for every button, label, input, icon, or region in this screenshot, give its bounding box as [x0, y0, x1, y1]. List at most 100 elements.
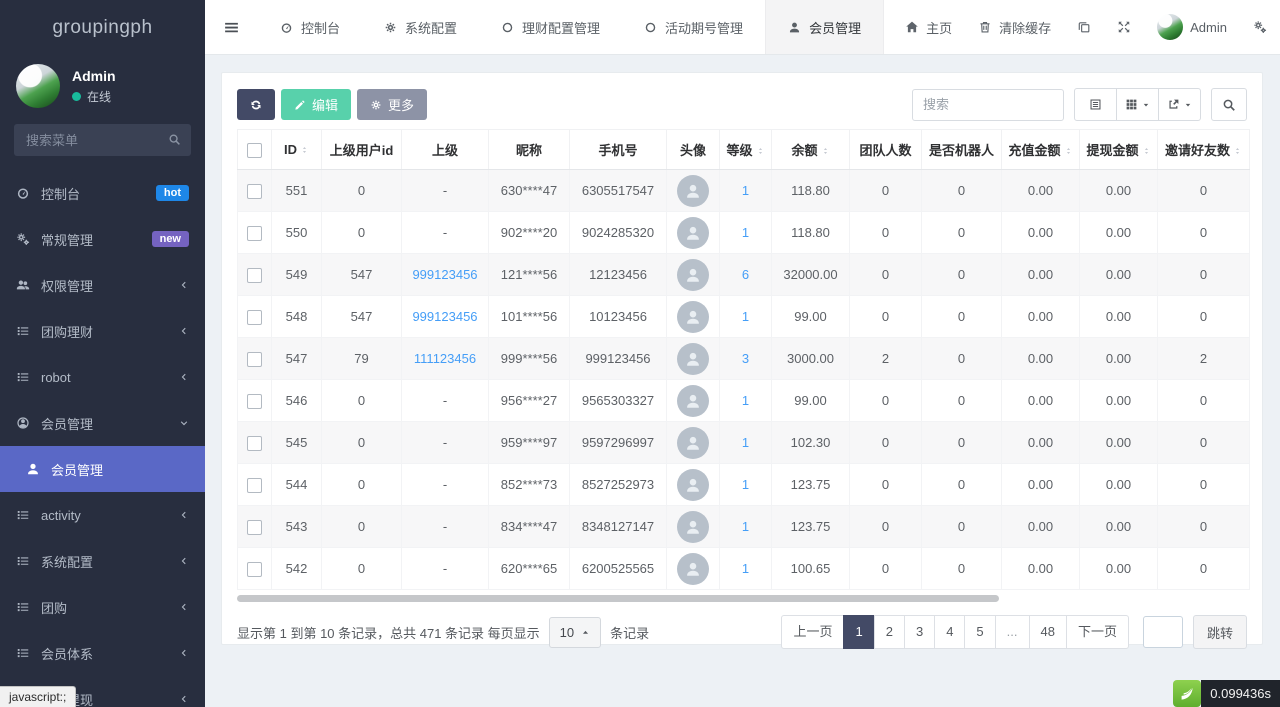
cell-level: 1	[720, 380, 772, 422]
sidebar-item-system-config[interactable]: 系统配置	[0, 538, 205, 584]
parent-user-link[interactable]: 999123456	[412, 309, 477, 324]
sidebar-item-robot[interactable]: robot	[0, 354, 205, 400]
tab-dashboard[interactable]: 控制台	[258, 0, 362, 54]
row-checkbox[interactable]	[247, 352, 262, 367]
member-avatar	[677, 343, 709, 375]
sort-icon	[1233, 145, 1242, 157]
row-checkbox[interactable]	[247, 394, 262, 409]
page-jump-input[interactable]	[1143, 616, 1183, 648]
cell-phone: 9565303327	[570, 380, 667, 422]
list-icon	[16, 324, 30, 338]
pagination-page-1[interactable]: 1	[843, 615, 874, 649]
sidebar-item-member[interactable]: 会员管理	[0, 400, 205, 446]
admin-dropdown[interactable]: Admin	[1144, 0, 1240, 54]
pagination-next[interactable]: 下一页	[1066, 615, 1129, 649]
column-header-提现金额[interactable]: 提现金额	[1080, 130, 1158, 170]
column-header-充值金额[interactable]: 充值金额	[1002, 130, 1080, 170]
column-header-余额[interactable]: 余额	[772, 130, 850, 170]
tab-system-config[interactable]: 系统配置	[362, 0, 479, 54]
more-button[interactable]: 更多	[357, 89, 427, 120]
pagination-page-5[interactable]: 5	[964, 615, 995, 649]
parent-user-link[interactable]: 111123456	[414, 351, 476, 366]
settings-button[interactable]	[1240, 0, 1280, 54]
row-checkbox[interactable]	[247, 436, 262, 451]
member-table-card: 编辑 更多	[221, 72, 1263, 645]
sidebar-item-dashboard[interactable]: 控制台hot	[0, 170, 205, 216]
cell-level: 1	[720, 548, 772, 590]
main-content: 编辑 更多	[205, 55, 1280, 707]
cell-nickname: 834****47	[489, 506, 570, 548]
table-search-input[interactable]	[912, 89, 1064, 121]
pagination-page-2[interactable]: 2	[874, 615, 905, 649]
horizontal-scrollbar[interactable]	[237, 595, 999, 602]
column-header-邀请好友数[interactable]: 邀请好友数	[1158, 130, 1250, 170]
person-icon	[684, 266, 702, 284]
list-icon	[16, 646, 30, 660]
list-icon	[16, 370, 30, 384]
export-button[interactable]	[1158, 88, 1201, 121]
sidebar-item-groupbuy[interactable]: 团购	[0, 584, 205, 630]
exec-time-value: 0.099436s	[1201, 680, 1280, 707]
badge-new: new	[152, 231, 189, 247]
sidebar-item-general[interactable]: 常规管理new	[0, 216, 205, 262]
clear-cache-link[interactable]: 清除缓存	[965, 0, 1064, 54]
column-header-等级[interactable]: 等级	[720, 130, 772, 170]
fullscreen-button[interactable]	[1104, 0, 1144, 54]
tab-member[interactable]: 会员管理	[765, 0, 884, 54]
row-checkbox[interactable]	[247, 226, 262, 241]
sidebar-item-auth[interactable]: 权限管理	[0, 262, 205, 308]
row-checkbox[interactable]	[247, 520, 262, 535]
level-link[interactable]: 6	[742, 267, 749, 282]
columns-button[interactable]	[1116, 88, 1159, 121]
level-link[interactable]: 1	[742, 435, 749, 450]
level-link[interactable]: 3	[742, 351, 749, 366]
level-link[interactable]: 1	[742, 519, 749, 534]
pencil-icon	[294, 99, 306, 111]
row-checkbox[interactable]	[247, 184, 262, 199]
pagination-page-4[interactable]: 4	[934, 615, 965, 649]
parent-user-link[interactable]: 999123456	[412, 267, 477, 282]
sidebar-item-activity[interactable]: activity	[0, 492, 205, 538]
pagination-page-48[interactable]: 48	[1029, 615, 1067, 649]
user-avatar[interactable]	[16, 64, 60, 108]
list-icon	[16, 600, 30, 614]
level-link[interactable]: 1	[742, 225, 749, 240]
refresh-button[interactable]	[237, 89, 275, 120]
pagination-page-3[interactable]: 3	[904, 615, 935, 649]
tab-finance-config[interactable]: 理财配置管理	[479, 0, 622, 54]
level-link[interactable]: 1	[742, 477, 749, 492]
sidebar-item-member-system[interactable]: 会员体系	[0, 630, 205, 676]
column-label: 上级用户id	[330, 143, 394, 158]
copy-button[interactable]	[1064, 0, 1104, 54]
level-link[interactable]: 1	[742, 183, 749, 198]
row-checkbox[interactable]	[247, 478, 262, 493]
tab-activity-period[interactable]: 活动期号管理	[622, 0, 765, 54]
menu-search-input[interactable]	[14, 124, 191, 156]
edit-button[interactable]: 编辑	[281, 89, 351, 120]
pagination-prev[interactable]: 上一页	[781, 615, 844, 649]
row-checkbox[interactable]	[247, 562, 262, 577]
cell-parent: -	[402, 548, 489, 590]
app-logo: groupingph	[0, 0, 205, 56]
page-size-select[interactable]: 10	[549, 617, 601, 648]
menu-toggle-button[interactable]	[205, 0, 258, 54]
row-checkbox[interactable]	[247, 268, 262, 283]
online-dot-icon	[72, 92, 81, 101]
sidebar-item-member-list[interactable]: 会员管理	[0, 446, 205, 492]
select-all-checkbox[interactable]	[247, 143, 262, 158]
topbar: 控制台系统配置理财配置管理活动期号管理会员管理 主页 清除缓存 Admin	[205, 0, 1280, 55]
caret-down-icon	[1142, 101, 1150, 109]
search-button[interactable]	[1211, 88, 1247, 121]
row-checkbox[interactable]	[247, 310, 262, 325]
sidebar-item-group-finance[interactable]: 团购理财	[0, 308, 205, 354]
home-link[interactable]: 主页	[892, 0, 965, 54]
cell-balance: 99.00	[772, 296, 850, 338]
detail-view-button[interactable]	[1074, 88, 1117, 121]
column-label: 提现金额	[1086, 143, 1138, 158]
page-jump-button[interactable]: 跳转	[1193, 615, 1247, 649]
level-link[interactable]: 1	[742, 393, 749, 408]
cell-avatar	[667, 464, 720, 506]
column-header-ID[interactable]: ID	[272, 130, 322, 170]
level-link[interactable]: 1	[742, 561, 749, 576]
level-link[interactable]: 1	[742, 309, 749, 324]
